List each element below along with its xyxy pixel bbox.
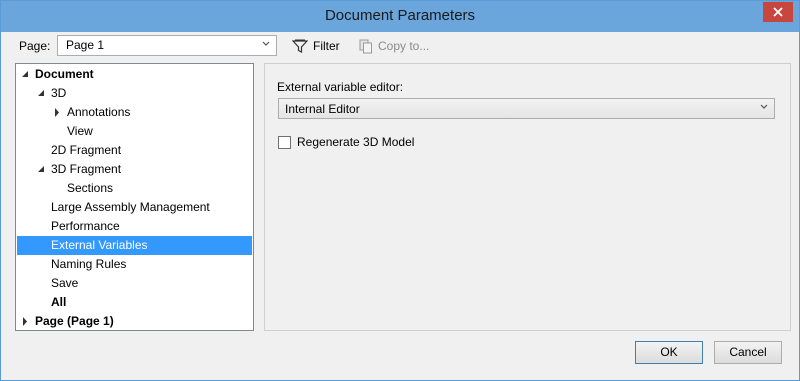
tree-item-3d[interactable]: 3D bbox=[17, 84, 252, 103]
tree-item-external-variables[interactable]: External Variables bbox=[17, 236, 252, 255]
tree-item-label: External Variables bbox=[51, 238, 148, 252]
tree-item-annotations[interactable]: Annotations bbox=[17, 103, 252, 122]
page-dropdown-value: Page 1 bbox=[66, 38, 105, 52]
regenerate-3d-model-checkbox[interactable] bbox=[278, 135, 291, 149]
tree-item-label: 3D bbox=[51, 86, 67, 100]
tree-item-naming-rules[interactable]: Naming Rules bbox=[17, 255, 252, 274]
settings-panel: External variable editor: Internal Edito… bbox=[264, 63, 791, 331]
dialog-window: Document Parameters Page: Page 1 Filter bbox=[0, 0, 800, 381]
tree-item-performance[interactable]: Performance bbox=[17, 217, 252, 236]
collapsed-arrow-icon bbox=[23, 317, 27, 326]
copy-to-button[interactable]: Copy to... bbox=[359, 37, 429, 55]
tree-item-label: 3D Fragment bbox=[51, 162, 122, 176]
regenerate-3d-model-label: Regenerate 3D Model bbox=[297, 135, 415, 149]
page-label: Page: bbox=[19, 39, 51, 53]
tree-item-label: Large Assembly Management bbox=[51, 200, 210, 214]
copy-to-label: Copy to... bbox=[378, 39, 430, 53]
expanded-arrow-icon bbox=[22, 71, 28, 77]
tree-item-save[interactable]: Save bbox=[17, 274, 252, 293]
filter-button[interactable]: Filter bbox=[292, 37, 340, 55]
tree-item-sections[interactable]: Sections bbox=[17, 179, 252, 198]
tree-item-label: Performance bbox=[51, 219, 120, 233]
close-icon bbox=[773, 7, 783, 17]
tree-item-document[interactable]: Document bbox=[17, 65, 252, 84]
close-button[interactable] bbox=[763, 2, 793, 22]
chevron-down-icon bbox=[760, 104, 768, 109]
cancel-button[interactable]: Cancel bbox=[714, 341, 782, 364]
filter-icon bbox=[292, 39, 308, 53]
tree-item-large-assembly-management[interactable]: Large Assembly Management bbox=[17, 198, 252, 217]
editor-dropdown-value: Internal Editor bbox=[285, 102, 360, 116]
copy-icon bbox=[359, 39, 372, 53]
tree-item-label: Document bbox=[35, 67, 94, 81]
tree-item-view[interactable]: View bbox=[17, 122, 252, 141]
expanded-arrow-icon bbox=[38, 90, 44, 96]
tree-item-label: Sections bbox=[67, 181, 114, 195]
external-variable-editor-label: External variable editor: bbox=[277, 80, 404, 94]
tree-item-all[interactable]: All bbox=[17, 293, 252, 312]
ok-button[interactable]: OK bbox=[635, 341, 703, 364]
filter-label: Filter bbox=[313, 39, 340, 53]
tree-item-label: Naming Rules bbox=[51, 257, 127, 271]
external-variable-editor-dropdown[interactable]: Internal Editor bbox=[278, 98, 775, 119]
expanded-arrow-icon bbox=[38, 166, 44, 172]
tree-item-label: View bbox=[67, 124, 93, 138]
title-bar[interactable]: Document Parameters bbox=[1, 1, 799, 32]
tree-item-label: Annotations bbox=[67, 105, 131, 119]
tree-item-label: All bbox=[51, 295, 67, 309]
collapsed-arrow-icon bbox=[55, 108, 59, 117]
settings-tree[interactable]: Document 3D Annotations View 2D Fragment… bbox=[15, 63, 254, 331]
chevron-down-icon bbox=[262, 41, 270, 46]
tree-item-label: Page (Page 1) bbox=[35, 314, 114, 328]
tree-item-label: 2D Fragment bbox=[51, 143, 122, 157]
page-dropdown[interactable]: Page 1 bbox=[57, 35, 277, 56]
window-title: Document Parameters bbox=[324, 7, 476, 24]
regenerate-3d-model-option[interactable]: Regenerate 3D Model bbox=[278, 135, 414, 149]
dialog-content: Page: Page 1 Filter Copy to... Document … bbox=[9, 32, 791, 374]
tree-item-3d-fragment[interactable]: 3D Fragment bbox=[17, 160, 252, 179]
tree-item-2d-fragment[interactable]: 2D Fragment bbox=[17, 141, 252, 160]
tree-item-page[interactable]: Page (Page 1) bbox=[17, 312, 252, 331]
tree-item-label: Save bbox=[51, 276, 79, 290]
